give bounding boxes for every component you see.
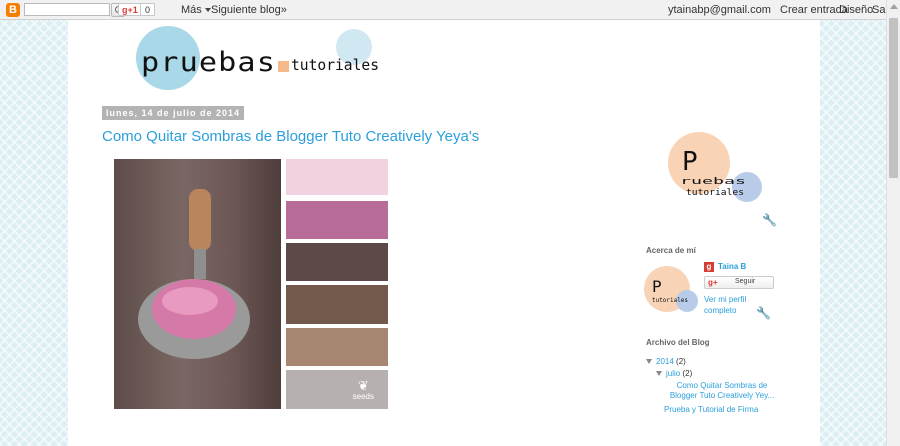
archive-month[interactable]: julio — [666, 369, 680, 378]
archive-post-link[interactable]: Como Quitar Sombras de Blogger Tuto Crea… — [664, 381, 780, 401]
chevron-down-icon — [204, 8, 211, 13]
seeds-label: seeds — [352, 392, 374, 401]
user-email[interactable]: ytainabp@gmail.com — [668, 4, 771, 16]
design-link[interactable]: Diseño — [839, 4, 873, 16]
ice-cream-highlight — [162, 287, 218, 315]
expand-toggle-icon[interactable] — [646, 359, 652, 365]
color-swatch-3 — [286, 243, 388, 281]
date-header: lunes, 14 de julio de 2014 — [102, 106, 245, 120]
gplus-count: 0 — [140, 3, 156, 16]
post-title[interactable]: Como Quitar Sombras de Blogger Tuto Crea… — [102, 128, 479, 145]
archive-month-row[interactable]: julio (2) — [656, 369, 692, 378]
gplus-button[interactable]: g+1 — [118, 3, 142, 16]
search-input[interactable] — [24, 3, 110, 16]
sidebar-logo-letter: P — [682, 147, 698, 177]
archive-year-row[interactable]: 2014 (2) — [646, 357, 686, 366]
follow-label: Seguir — [735, 278, 756, 285]
sidebar-logo-line-2: tutoriales — [686, 188, 744, 198]
avatar-logo-line: tutoriales — [652, 297, 688, 304]
seeds-watermark: ❦ seeds — [352, 378, 374, 401]
edit-widget-icon[interactable]: 🔧 — [762, 213, 777, 227]
create-post-link[interactable]: Crear entrada — [780, 4, 848, 16]
googleplus-small-icon: g+ — [708, 278, 718, 287]
profile-name-link[interactable]: Taina B — [718, 262, 746, 271]
about-heading: Acerca de mí — [646, 246, 696, 255]
avatar-logo-letter: P — [652, 277, 662, 296]
blog-header[interactable]: pruebas tutoriales — [136, 26, 411, 96]
expand-toggle-icon[interactable] — [656, 371, 662, 377]
header-logo: pruebas tutoriales — [141, 47, 379, 78]
scrollbar-thumb[interactable] — [889, 18, 898, 178]
color-swatch-4 — [286, 285, 388, 324]
post-photo[interactable] — [114, 159, 281, 409]
archive-year[interactable]: 2014 — [656, 357, 674, 366]
googleplus-icon: g — [704, 262, 714, 272]
next-blog-link[interactable]: Siguiente blog» — [211, 4, 287, 16]
header-logo-text-1: pruebas — [141, 47, 276, 78]
archive-year-count: (2) — [676, 357, 686, 366]
header-logo-square — [278, 61, 289, 72]
follow-button[interactable]: g+ Seguir — [704, 276, 774, 289]
scroll-up-icon[interactable] — [890, 4, 898, 9]
edit-widget-icon[interactable]: 🔧 — [756, 306, 771, 320]
color-swatch-6: ❦ seeds — [286, 370, 388, 409]
more-label: Más — [181, 4, 202, 16]
scoop-handle — [189, 189, 211, 251]
seeds-leaf-icon: ❦ — [357, 378, 369, 393]
sidebar-logo-text: P ruebas tutoriales — [680, 147, 746, 198]
color-swatch-1 — [286, 159, 388, 195]
color-swatch-5 — [286, 328, 388, 366]
more-menu[interactable]: Más — [181, 4, 211, 16]
avatar-logo: P tutoriales — [652, 277, 688, 304]
blogger-logo-icon[interactable]: B — [6, 3, 20, 17]
blogger-navbar: B g+1 0 Más Siguiente blog» ytainabp@gma… — [0, 0, 900, 20]
archive-post-link[interactable]: Prueba y Tutorial de Firma — [664, 405, 758, 414]
scoop-neck — [194, 249, 206, 279]
profile-full-link[interactable]: Ver mi perfil completo — [704, 294, 764, 316]
header-logo-text-2: tutoriales — [291, 56, 379, 74]
sidebar-logo[interactable]: P ruebas tutoriales — [668, 132, 768, 220]
ice-cream-illustration — [138, 189, 250, 359]
archive-heading: Archivo del Blog — [646, 338, 710, 347]
color-swatch-2 — [286, 201, 388, 239]
page-scrollbar[interactable] — [886, 0, 900, 446]
sidebar-logo-line-1: ruebas — [680, 177, 746, 187]
archive-month-count: (2) — [682, 369, 693, 378]
blog-content: pruebas tutoriales lunes, 14 de julio de… — [68, 20, 820, 446]
profile-avatar[interactable]: P tutoriales — [644, 266, 698, 318]
